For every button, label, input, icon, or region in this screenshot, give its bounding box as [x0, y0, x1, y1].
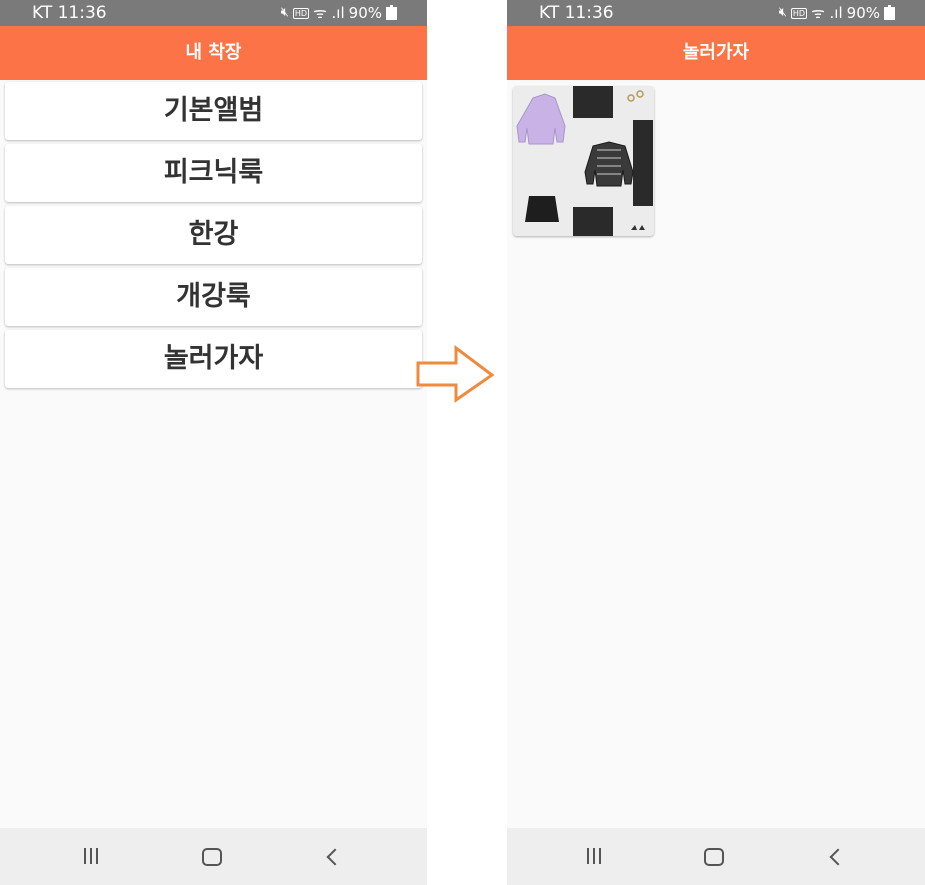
home-button[interactable]	[182, 828, 242, 885]
recent-apps-button[interactable]	[564, 828, 624, 885]
outfit-collage-image	[513, 86, 654, 236]
mute-icon: 🔇︎	[778, 5, 787, 20]
recent-apps-button[interactable]	[61, 828, 121, 885]
carrier-time: KT 11:36	[32, 3, 107, 23]
status-icons: 🔇︎ HD ᯤ .ıl 90%	[281, 0, 397, 26]
app-bar-title: 내 착장	[0, 26, 427, 80]
right-phone-screen: KT 11:36 🔇︎ HD ᯤ .ıl 90% 놀러가자	[507, 0, 925, 885]
mute-icon: 🔇︎	[280, 5, 289, 20]
right-arrow-icon	[416, 345, 495, 403]
hd-icon: HD	[292, 7, 310, 19]
battery-icon	[884, 4, 895, 20]
outfit-thumbnail[interactable]	[513, 86, 654, 236]
album-list: 기본앨범 피크닉룩 한강 개강룩 놀러가자	[5, 82, 422, 392]
home-button[interactable]	[684, 828, 744, 885]
signal-icon: ᯤ .ıl	[811, 4, 843, 22]
signal-icon: ᯤ .ıl	[313, 4, 345, 22]
album-item[interactable]: 피크닉룩	[5, 144, 422, 202]
back-icon	[326, 848, 344, 866]
back-icon	[829, 848, 847, 866]
home-icon	[202, 848, 222, 866]
app-bar-title: 놀러가자	[507, 26, 925, 80]
album-item[interactable]: 기본앨범	[5, 82, 422, 140]
recent-apps-icon	[82, 829, 100, 885]
battery-text: 90%	[348, 4, 382, 22]
back-button[interactable]	[805, 828, 865, 885]
status-bar: KT 11:36 🔇︎ HD ᯤ .ıl 90%	[507, 0, 925, 26]
album-item[interactable]: 개강룩	[5, 268, 422, 326]
status-bar: KT 11:36 🔇︎ HD ᯤ .ıl 90%	[0, 0, 427, 26]
back-button[interactable]	[302, 828, 362, 885]
left-phone-screen: KT 11:36 🔇︎ HD ᯤ .ıl 90% 내 착장 기본앨범 피크닉룩 …	[0, 0, 427, 885]
battery-icon	[386, 4, 397, 20]
album-item[interactable]: 한강	[5, 206, 422, 264]
status-icons: 🔇︎ HD ᯤ .ıl 90%	[779, 0, 895, 26]
album-item[interactable]: 놀러가자	[5, 330, 422, 388]
recent-apps-icon	[585, 829, 603, 885]
hd-icon: HD	[790, 7, 808, 19]
navigation-bar	[0, 828, 427, 885]
carrier-time: KT 11:36	[539, 3, 614, 23]
home-icon	[704, 848, 724, 866]
battery-text: 90%	[846, 4, 880, 22]
navigation-bar	[507, 828, 925, 885]
